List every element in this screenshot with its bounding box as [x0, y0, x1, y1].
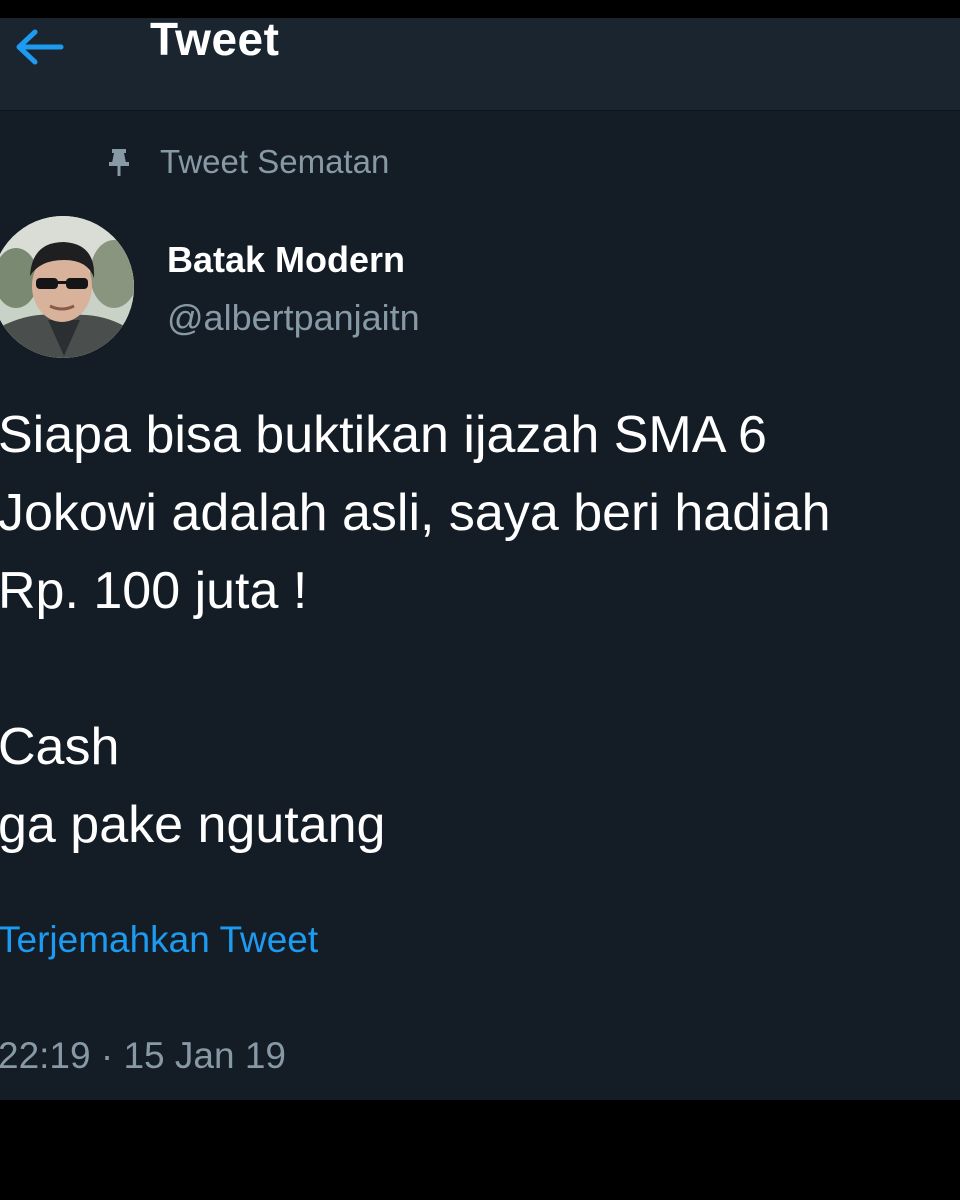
avatar-photo	[0, 216, 134, 358]
author-name[interactable]: Batak Modern	[167, 238, 405, 282]
bottom-letterbox	[0, 1100, 960, 1200]
arrow-left-icon	[16, 29, 64, 65]
translate-tweet-link[interactable]: Terjemahkan Tweet	[0, 916, 318, 964]
page-title: Tweet	[150, 18, 280, 65]
tweet-timestamp[interactable]: 22:19 · 15 Jan 19	[0, 1032, 286, 1080]
avatar[interactable]	[0, 216, 134, 358]
tweet-detail-screen: Tweet Tweet Sematan Batak Modern @albert…	[0, 18, 960, 1100]
top-letterbox	[0, 0, 960, 18]
tweet-text: Siapa bisa buktikan ijazah SMA 6 Jokowi …	[0, 406, 831, 854]
top-app-bar: Tweet	[0, 18, 960, 111]
author-handle[interactable]: @albertpanjaitn	[167, 296, 420, 340]
pinned-label-text: Tweet Sematan	[160, 143, 390, 180]
pin-icon	[106, 146, 132, 178]
pinned-tweet-label: Tweet Sematan	[106, 142, 389, 182]
back-button[interactable]	[8, 22, 70, 72]
